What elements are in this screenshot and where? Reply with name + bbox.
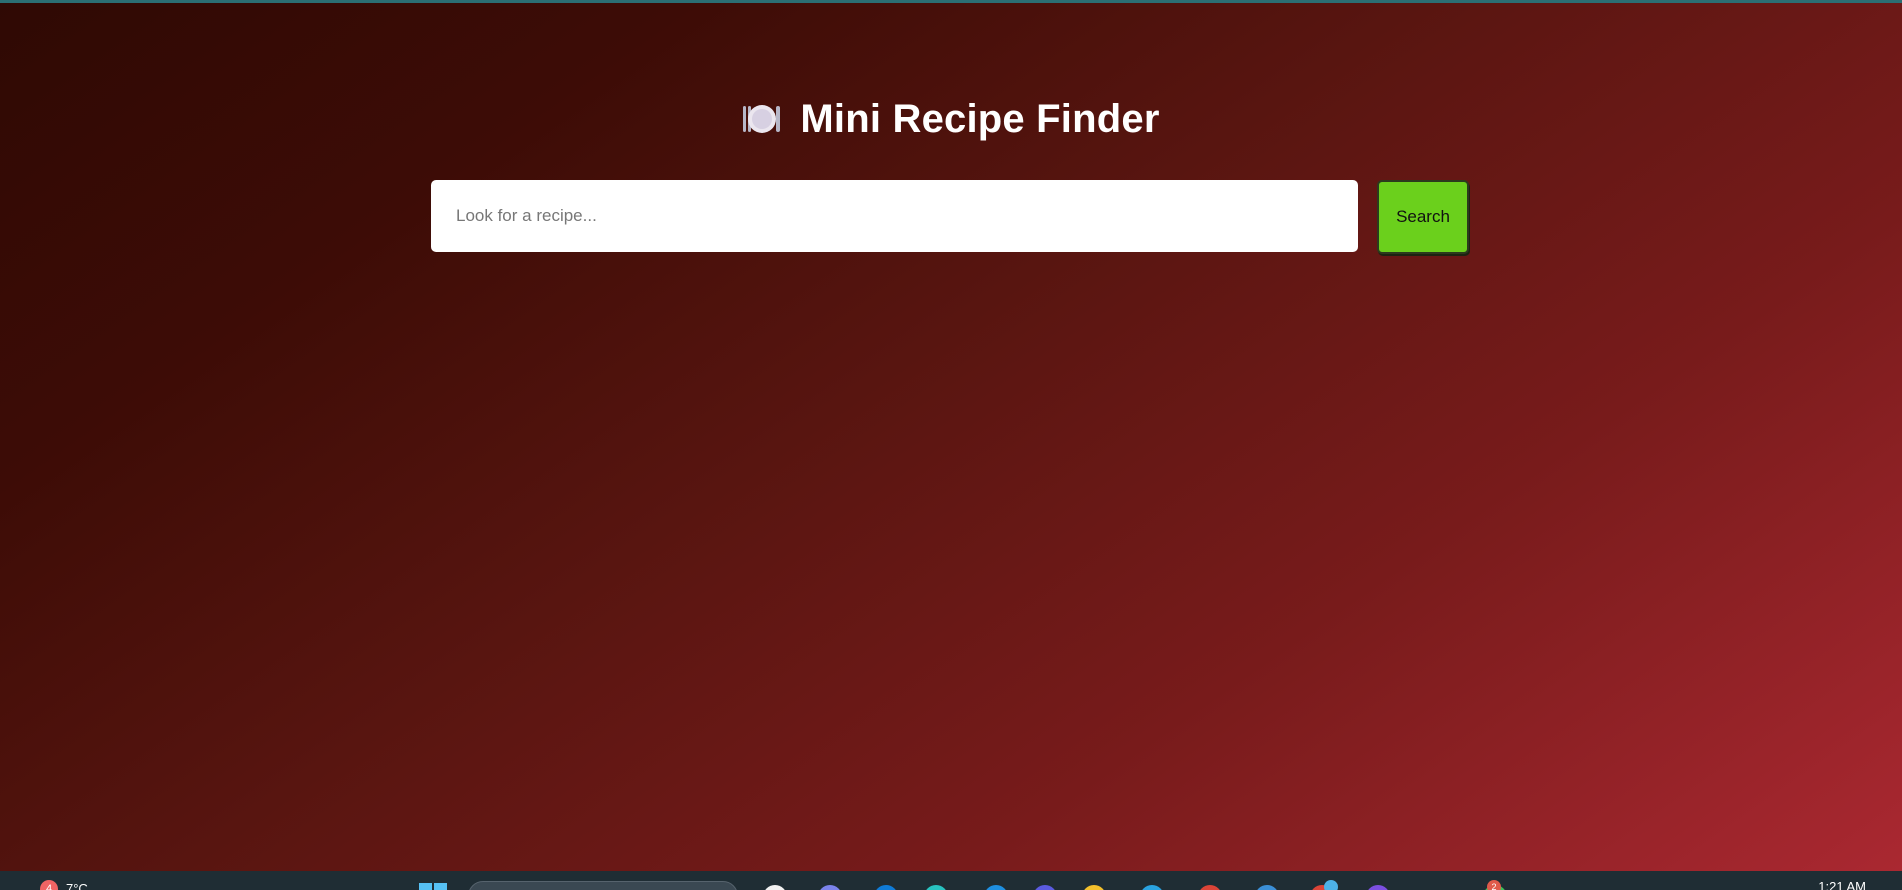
teams-icon[interactable] xyxy=(818,885,842,890)
edge-icon[interactable] xyxy=(874,885,898,890)
search-input[interactable] xyxy=(431,180,1358,252)
folder-icon[interactable] xyxy=(1082,885,1106,890)
notepad-icon[interactable] xyxy=(763,885,787,890)
app-icon[interactable] xyxy=(1033,885,1057,890)
browser-icon[interactable] xyxy=(924,885,948,890)
page-title: Mini Recipe Finder xyxy=(0,95,1902,147)
recipe-finder-page: Mini Recipe Finder Search xyxy=(0,3,1902,871)
taskbar-clock: 1:21 AM xyxy=(1818,879,1866,890)
telegram-icon[interactable] xyxy=(1140,885,1164,890)
chrome-icon[interactable] xyxy=(1198,885,1222,890)
weather-badge: 4 xyxy=(40,880,58,890)
taskbar-search-box[interactable] xyxy=(468,881,738,890)
vscode-icon[interactable] xyxy=(984,885,1008,890)
chrome-notification-badge xyxy=(1324,880,1338,890)
store-icon[interactable] xyxy=(1255,885,1279,890)
page-title-text: Mini Recipe Finder xyxy=(800,97,1160,141)
weather-widget[interactable]: 4 7°C xyxy=(40,880,88,890)
plate-icon xyxy=(742,99,782,147)
app2-icon[interactable] xyxy=(1366,885,1390,890)
whatsapp-notification-badge: 2 xyxy=(1487,880,1501,890)
weather-temperature: 7°C xyxy=(66,881,88,890)
search-button[interactable]: Search xyxy=(1377,180,1469,254)
windows-taskbar: 4 7°C 2 1:21 AM xyxy=(0,871,1902,890)
windows-start-icon[interactable] xyxy=(419,883,447,890)
